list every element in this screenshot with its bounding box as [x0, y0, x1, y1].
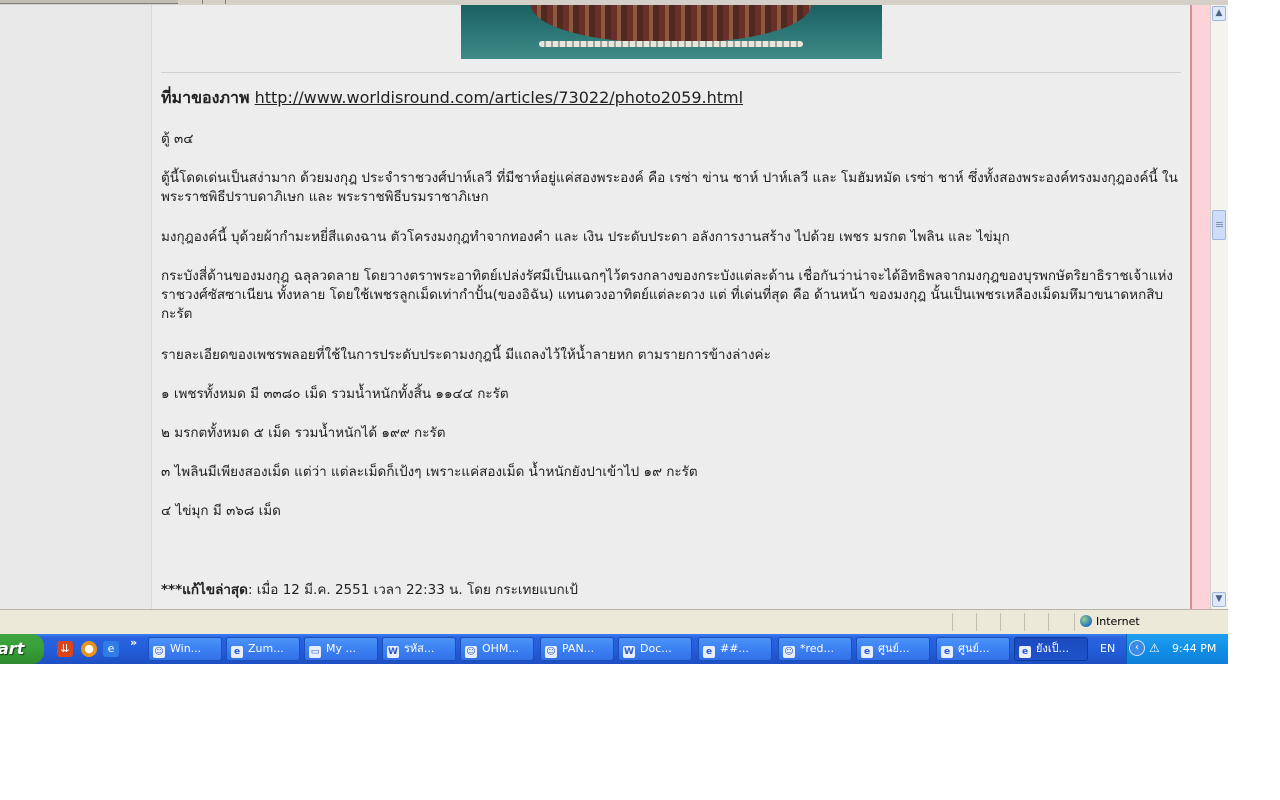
- page-right-border: [1190, 5, 1210, 609]
- crown-pearl-row: [539, 41, 803, 47]
- crown-photo: [461, 5, 882, 59]
- taskbar-button[interactable]: ☺ PAN...: [540, 637, 614, 661]
- users-icon: ☺: [153, 646, 165, 658]
- vertical-scrollbar[interactable]: ▲ ▼: [1210, 5, 1228, 609]
- taskbar-button-label: รหัส...: [404, 642, 435, 655]
- divider: [161, 72, 1181, 73]
- taskbar-button-label: ยังเป็...: [1036, 642, 1070, 655]
- users-icon: ☺: [545, 646, 557, 658]
- taskbar-button-label: Doc...: [640, 642, 672, 655]
- ie-icon[interactable]: e: [103, 641, 119, 657]
- taskbar-button-label: ศูนย์...: [878, 642, 910, 655]
- address-bar-remnant[interactable]: [0, 0, 178, 4]
- language-indicator[interactable]: EN: [1100, 642, 1115, 655]
- security-zone-label: Internet: [1096, 615, 1140, 628]
- scrollbar-thumb[interactable]: [1212, 210, 1226, 240]
- paragraph-crown-sides: กระบังสี่ด้านของมงกุฎ ฉลุลวดลาย โดยวางตร…: [161, 268, 1173, 322]
- grip-icon: [1216, 222, 1223, 227]
- page-content: ที่มาของภาพ http://www.worldisround.com/…: [152, 5, 1190, 609]
- image-source-label: ที่มาของภาพ: [161, 88, 250, 107]
- taskbar-button[interactable]: ☺ *red...: [778, 637, 852, 661]
- chevron-left-icon: ‹: [1135, 642, 1139, 653]
- show-hidden-icons-button[interactable]: ‹: [1129, 640, 1145, 656]
- start-label: art: [0, 639, 25, 658]
- scroll-down-button[interactable]: ▼: [1212, 592, 1226, 607]
- taskbar-button-label: OHM...: [482, 642, 519, 655]
- last-edited-line: ***แก้ไขล่าสุด: เมื่อ 12 มี.ค. 2551 เวลา…: [161, 581, 1181, 600]
- firefox-icon[interactable]: ●: [81, 641, 97, 657]
- taskbar-button[interactable]: ☺ OHM...: [460, 637, 534, 661]
- download-icon[interactable]: ⇊: [57, 641, 73, 657]
- security-zone: Internet: [1080, 615, 1140, 628]
- image-source-line: ที่มาของภาพ http://www.worldisround.com/…: [161, 87, 1181, 109]
- status-pane: [976, 613, 977, 631]
- left-sidebar: [0, 5, 152, 609]
- last-edited-label: ***แก้ไขล่าสุด: [161, 582, 248, 598]
- list-item-pearls: ๔ ไข่มุก มี ๓๖๘ เม็ด: [161, 503, 281, 519]
- system-tray: ‹ ⚠ 9:44 PM: [1126, 634, 1228, 664]
- taskbar-button[interactable]: e ##...: [698, 637, 772, 661]
- status-pane: [1000, 613, 1001, 631]
- ie-icon: e: [861, 646, 873, 658]
- status-pane: [952, 613, 953, 631]
- chevron-up-icon: ▲: [1215, 8, 1223, 18]
- taskbar-button[interactable]: W Doc...: [618, 637, 692, 661]
- taskbar-button-label: PAN...: [562, 642, 595, 655]
- taskbar-button-label: *red...: [800, 642, 835, 655]
- taskbar-button-label: ศูนย์...: [958, 642, 990, 655]
- list-item-emeralds: ๒ มรกตทั้งหมด ๕ เม็ด รวมน้ำหนักได้ ๑๙๙ ก…: [161, 425, 446, 441]
- status-pane: [1024, 613, 1025, 631]
- crown-jewel-band: [531, 5, 811, 43]
- chevron-down-icon: ▼: [1215, 594, 1223, 604]
- folder-icon: ▭: [309, 646, 321, 658]
- ie-icon: e: [231, 646, 243, 658]
- last-edited-text: : เมื่อ 12 มี.ค. 2551 เวลา 22:33 น. โดย …: [247, 582, 578, 598]
- ie-icon: e: [1019, 646, 1031, 658]
- quicklaunch-more-button[interactable]: »: [130, 636, 137, 649]
- taskbar-button-label: ##...: [720, 642, 749, 655]
- taskbar-button[interactable]: e ศูนย์...: [936, 637, 1010, 661]
- paragraph-gem-details: รายละเอียดของเพชรพลอยที่ใช้ในการประดับปร…: [161, 347, 771, 363]
- ie-icon: e: [703, 646, 715, 658]
- status-pane: [1074, 613, 1075, 631]
- taskbar-button-active[interactable]: e ยังเป็...: [1014, 637, 1088, 661]
- taskbar-button[interactable]: W รหัส...: [382, 637, 456, 661]
- taskbar-button-label: My ...: [326, 642, 356, 655]
- toolbar-separator: [202, 0, 203, 4]
- paragraph-intro: ตู้นี้โดดเด่นเป็นสง่ามาก ด้วยมงกุฎ ประจำ…: [161, 170, 1178, 205]
- taskbar-button-label: Win...: [170, 642, 202, 655]
- taskbar-button[interactable]: ☺ Win...: [148, 637, 222, 661]
- browser-window: ที่มาของภาพ http://www.worldisround.com/…: [0, 0, 1228, 664]
- list-item-sapphires: ๓ ไพลินมีเพียงสองเม็ด แต่ว่า แต่ละเม็ดก็…: [161, 464, 698, 480]
- toolbar-separator: [225, 0, 226, 4]
- taskbar: art ⇊ ● e » ☺ Win... e Zum... ▭ My ... W รหั…: [0, 634, 1228, 664]
- status-pane: [1048, 613, 1049, 631]
- status-bar: Internet: [0, 609, 1228, 634]
- users-icon: ☺: [783, 646, 795, 658]
- taskbar-button[interactable]: e Zum...: [226, 637, 300, 661]
- image-source-link[interactable]: http://www.worldisround.com/articles/730…: [255, 88, 743, 107]
- taskbar-button-label: Zum...: [248, 642, 284, 655]
- paragraph-materials: มงกุฎองค์นี้ บุด้วยผ้ากำมะหยี่สีแดงฉาน ต…: [161, 229, 1010, 245]
- word-icon: W: [387, 646, 399, 658]
- ie-icon: e: [941, 646, 953, 658]
- clock[interactable]: 9:44 PM: [1172, 642, 1216, 655]
- word-icon: W: [623, 646, 635, 658]
- globe-icon: [1080, 615, 1092, 627]
- taskbar-button[interactable]: e ศูนย์...: [856, 637, 930, 661]
- users-icon: ☺: [465, 646, 477, 658]
- scroll-up-button[interactable]: ▲: [1212, 6, 1226, 21]
- taskbar-button[interactable]: ▭ My ...: [304, 637, 378, 661]
- security-alert-icon[interactable]: ⚠: [1149, 641, 1163, 655]
- list-item-diamonds: ๑ เพชรทั้งหมด มี ๓๓๘๐ เม็ด รวมน้ำหนักทั้…: [161, 386, 509, 402]
- start-button[interactable]: art: [0, 634, 44, 664]
- paragraph-cabinet-number: ตู้ ๓๔: [161, 131, 194, 147]
